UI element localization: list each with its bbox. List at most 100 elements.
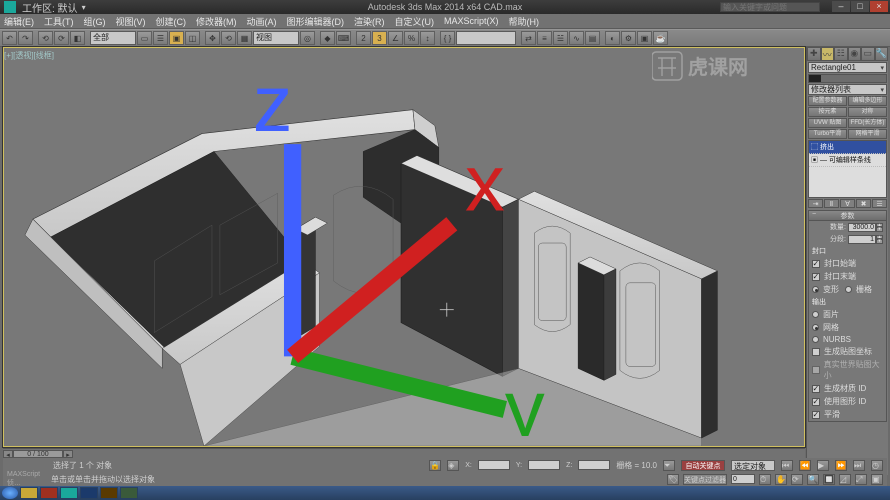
isolate-button[interactable]: ◈ (447, 460, 459, 471)
key-filters-dropdown[interactable]: 选定对象 (731, 460, 775, 471)
utilities-tab[interactable]: 🔧 (875, 47, 889, 61)
prev-frame-button[interactable]: ◂ (3, 450, 13, 458)
show-end-result-button[interactable]: Ⅱ (824, 199, 839, 208)
menu-create[interactable]: 创建(C) (156, 15, 187, 28)
perspective-viewport[interactable]: z y x (3, 47, 805, 447)
window-title: Autodesk 3ds Max 2014 x64 CAD.max (368, 2, 523, 12)
prev-key-button[interactable]: ⏪ (799, 460, 811, 471)
spin-down-icon[interactable]: ▾ (876, 227, 883, 232)
gen-matid-checkbox[interactable] (812, 385, 820, 393)
auto-key-button[interactable]: 自动关键点 (681, 460, 725, 471)
menu-customize[interactable]: 自定义(U) (395, 15, 435, 28)
stack-item-spline[interactable]: ▣ — 可编辑样条线 (809, 154, 886, 167)
create-tab[interactable]: ✚ (807, 47, 821, 61)
zoom-button[interactable]: 🔍 (807, 474, 819, 485)
status-bar: 选择了 1 个 对象 🔒 ◈ X: Y: Z: 栅格 = 10.0 ⏷ 自动关键… (3, 458, 887, 472)
modbtn-2a[interactable]: 按元素 (808, 107, 847, 117)
lock-selection-button[interactable]: 🔒 (429, 460, 441, 471)
next-key-button[interactable]: ⏩ (835, 460, 847, 471)
gen-mapping-checkbox[interactable] (812, 348, 820, 356)
minimize-button[interactable]: – (832, 1, 850, 12)
menu-graph-editors[interactable]: 图形编辑器(D) (287, 15, 345, 28)
segments-spinner[interactable] (848, 235, 876, 244)
key-mode-button[interactable]: ◷ (871, 460, 883, 471)
zoom-all-button[interactable]: 🔲 (823, 474, 835, 485)
next-frame-button[interactable]: ▸ (63, 450, 73, 458)
time-slider[interactable]: ◂ 0 / 100 ▸ (3, 448, 805, 458)
transform-z-input[interactable] (578, 460, 610, 470)
help-search-input[interactable] (720, 2, 820, 12)
cap-start-checkbox[interactable] (812, 260, 820, 268)
grid-size-label: 栅格 = 10.0 (616, 460, 657, 471)
goto-end-button[interactable]: ⏭ (853, 460, 865, 471)
remove-modifier-button[interactable]: ✖ (856, 199, 871, 208)
orbit-view-button[interactable]: ⟳ (791, 474, 803, 485)
menu-maxscript[interactable]: MAXScript(X) (444, 16, 499, 26)
pin-stack-button[interactable]: ⇥ (808, 199, 823, 208)
time-config-button[interactable]: ⏱ (759, 474, 771, 485)
viewport-label[interactable]: [+][透视][线框] (4, 50, 54, 61)
taskbar-app-c-icon[interactable] (100, 487, 118, 499)
cap-grid-radio[interactable] (845, 286, 852, 293)
workspace-indicator[interactable]: 工作区: 默认 (22, 0, 78, 15)
menu-animation[interactable]: 动画(A) (247, 15, 277, 28)
modbtn-3b[interactable]: FFD(长方体) (848, 118, 887, 128)
real-world-checkbox[interactable] (812, 366, 820, 374)
add-time-tag-button[interactable]: 🏷 (667, 474, 679, 485)
maximize-button[interactable]: □ (851, 1, 869, 12)
modbtn-4b[interactable]: 网格平滑 (848, 129, 887, 139)
menu-bar: 编辑(E) 工具(T) 组(G) 视图(V) 创建(C) 修改器(M) 动画(A… (0, 14, 890, 29)
close-button[interactable]: × (870, 1, 888, 12)
pan-view-button[interactable]: ✋ (775, 474, 787, 485)
fov-button[interactable]: ◿ (839, 474, 851, 485)
amount-spinner[interactable] (848, 223, 876, 232)
modbtn-2b[interactable]: 对称 (848, 107, 887, 117)
modifier-stack[interactable]: ⬚ 挤出 ▣ — 可编辑样条线 (808, 140, 887, 198)
display-tab[interactable]: ▭ (861, 47, 875, 61)
start-button[interactable] (2, 487, 18, 499)
output-mesh-radio[interactable] (812, 324, 819, 331)
menu-tools[interactable]: 工具(T) (44, 15, 74, 28)
taskbar-app-a-icon[interactable] (40, 487, 58, 499)
smooth-checkbox[interactable] (812, 411, 820, 419)
hierarchy-tab[interactable]: ☷ (834, 47, 848, 61)
modbtn-1a[interactable]: 配置参数器 (808, 96, 847, 106)
modbtn-3a[interactable]: UVW 贴图 (808, 118, 847, 128)
play-button[interactable]: ▶ (817, 460, 829, 471)
time-tag-button[interactable]: ⏷ (663, 460, 675, 471)
set-key-button[interactable]: 关键点过滤器 (683, 474, 727, 485)
taskbar-ps-icon[interactable] (80, 487, 98, 499)
use-shape-id-checkbox[interactable] (812, 398, 820, 406)
transform-y-input[interactable] (528, 460, 560, 470)
modbtn-4a[interactable]: Turbo平滑 (808, 129, 847, 139)
configure-sets-button[interactable]: ☰ (872, 199, 887, 208)
time-slider-handle[interactable]: 0 / 100 (13, 450, 63, 458)
modify-tab[interactable]: 〰 (821, 47, 835, 61)
current-frame-input[interactable] (731, 474, 755, 484)
object-name-field[interactable]: Rectangle01 (808, 62, 887, 73)
make-unique-button[interactable]: ∀ (840, 199, 855, 208)
cap-morph-radio[interactable] (812, 286, 819, 293)
zoom-extents-button[interactable]: ⤢ (855, 474, 867, 485)
taskbar-app-d-icon[interactable] (120, 487, 138, 499)
cap-end-checkbox[interactable] (812, 273, 820, 281)
taskbar-3dsmax-icon[interactable] (60, 487, 78, 499)
output-nurbs-radio[interactable] (812, 336, 819, 343)
output-patch-radio[interactable] (812, 311, 819, 318)
goto-start-button[interactable]: ⏮ (781, 460, 793, 471)
transform-x-input[interactable] (478, 460, 510, 470)
max-viewport-button[interactable]: ▣ (871, 474, 883, 485)
taskbar-explorer-icon[interactable] (20, 487, 38, 499)
menu-edit[interactable]: 编辑(E) (4, 15, 34, 28)
modbtn-1b[interactable]: 编辑多边形 (848, 96, 887, 106)
menu-rendering[interactable]: 渲染(R) (354, 15, 385, 28)
modifier-list-dropdown[interactable]: 修改器列表 (808, 84, 887, 95)
stack-item-extrude[interactable]: ⬚ 挤出 (809, 141, 886, 154)
amount-label: 数量: (812, 222, 846, 232)
menu-modifiers[interactable]: 修改器(M) (196, 15, 237, 28)
menu-views[interactable]: 视图(V) (116, 15, 146, 28)
rollout-header[interactable]: 参数 (809, 211, 886, 221)
menu-group[interactable]: 组(G) (84, 15, 106, 28)
motion-tab[interactable]: ◉ (848, 47, 862, 61)
menu-help[interactable]: 帮助(H) (509, 15, 540, 28)
